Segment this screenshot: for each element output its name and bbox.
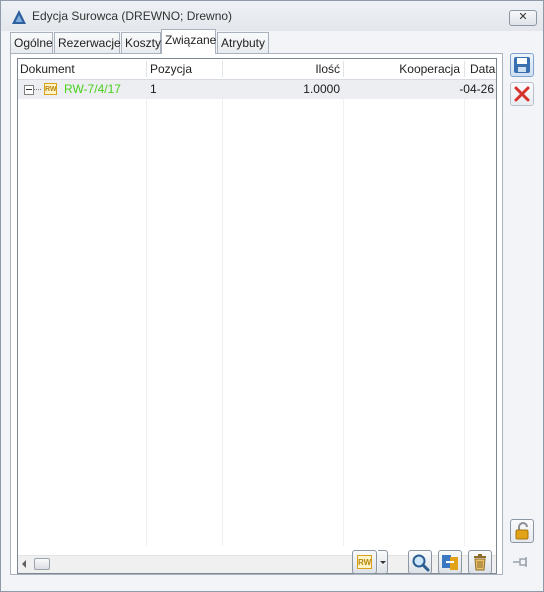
save-disk-icon [514, 57, 530, 73]
rw-document-icon: RW [357, 555, 372, 569]
scroll-left-icon[interactable] [22, 560, 26, 568]
tree-connector [34, 89, 41, 90]
column-divider[interactable] [222, 61, 223, 77]
scroll-thumb[interactable] [34, 558, 50, 570]
column-gridline [343, 80, 344, 546]
column-header-kooperacja[interactable]: Kooperacja [399, 59, 460, 79]
column-header-pozycja[interactable]: Pozycja [150, 59, 192, 79]
cell-ilosc: 1.0000 [303, 82, 340, 96]
lock-button[interactable] [510, 519, 534, 543]
app-logo-icon [12, 10, 26, 24]
grid-header: Dokument Pozycja Ilość Kooperacja Data [18, 59, 496, 80]
document-type-dropdown[interactable] [378, 550, 388, 574]
save-button[interactable] [510, 53, 534, 77]
column-header-ilosc[interactable]: Ilość [315, 59, 340, 79]
trash-icon [474, 554, 486, 571]
close-button[interactable]: ✕ [509, 10, 537, 26]
cancel-button[interactable] [510, 82, 534, 106]
window-title: Edycja Surowca (DREWNO; Drewno) [32, 9, 233, 23]
edit-raw-material-window: Edycja Surowca (DREWNO; Drewno) ✕ Ogólne… [0, 0, 544, 592]
cell-pozycja: 1 [150, 82, 157, 96]
rw-document-icon: RW [44, 83, 57, 95]
tab-rezerwacje[interactable]: Rezerwacje [54, 32, 121, 53]
column-header-dokument[interactable]: Dokument [20, 59, 75, 79]
add-rw-document-button[interactable]: RW [352, 550, 377, 574]
tab-koszty[interactable]: Koszty [121, 32, 161, 53]
column-divider[interactable] [343, 61, 344, 77]
title-bar: Edycja Surowca (DREWNO; Drewno) ✕ [1, 1, 543, 31]
cell-data: -04-26 [459, 82, 494, 96]
pin-button[interactable] [510, 551, 534, 575]
document-link[interactable]: RW-7/4/17 [64, 80, 121, 99]
collapse-toggle-icon[interactable] [24, 85, 34, 95]
dropdown-arrow-icon [380, 561, 386, 564]
column-gridline [146, 80, 147, 546]
delete-button[interactable] [468, 550, 492, 574]
cancel-x-icon [514, 86, 530, 102]
preview-button[interactable] [408, 550, 432, 574]
tab-zwiazane[interactable]: Związane [161, 29, 216, 54]
tab-panel-zwiazane: Dokument Pozycja Ilość Kooperacja Data R… [10, 53, 503, 575]
related-documents-grid[interactable]: Dokument Pozycja Ilość Kooperacja Data R… [17, 58, 497, 574]
link-document-button[interactable] [438, 550, 462, 574]
padlock-open-icon [515, 522, 529, 540]
column-divider[interactable] [146, 61, 147, 77]
pin-icon [513, 557, 527, 567]
tab-atrybuty[interactable]: Atrybuty [217, 32, 269, 53]
tab-ogolne[interactable]: Ogólne [10, 32, 53, 53]
column-header-data[interactable]: Data [470, 59, 495, 79]
column-gridline [464, 80, 465, 546]
magnifier-icon [412, 554, 430, 572]
table-row[interactable]: RW RW-7/4/17 1 1.0000 -04-26 [18, 80, 496, 99]
column-gridline [222, 80, 223, 546]
column-divider[interactable] [464, 61, 465, 77]
link-icon [442, 555, 458, 570]
